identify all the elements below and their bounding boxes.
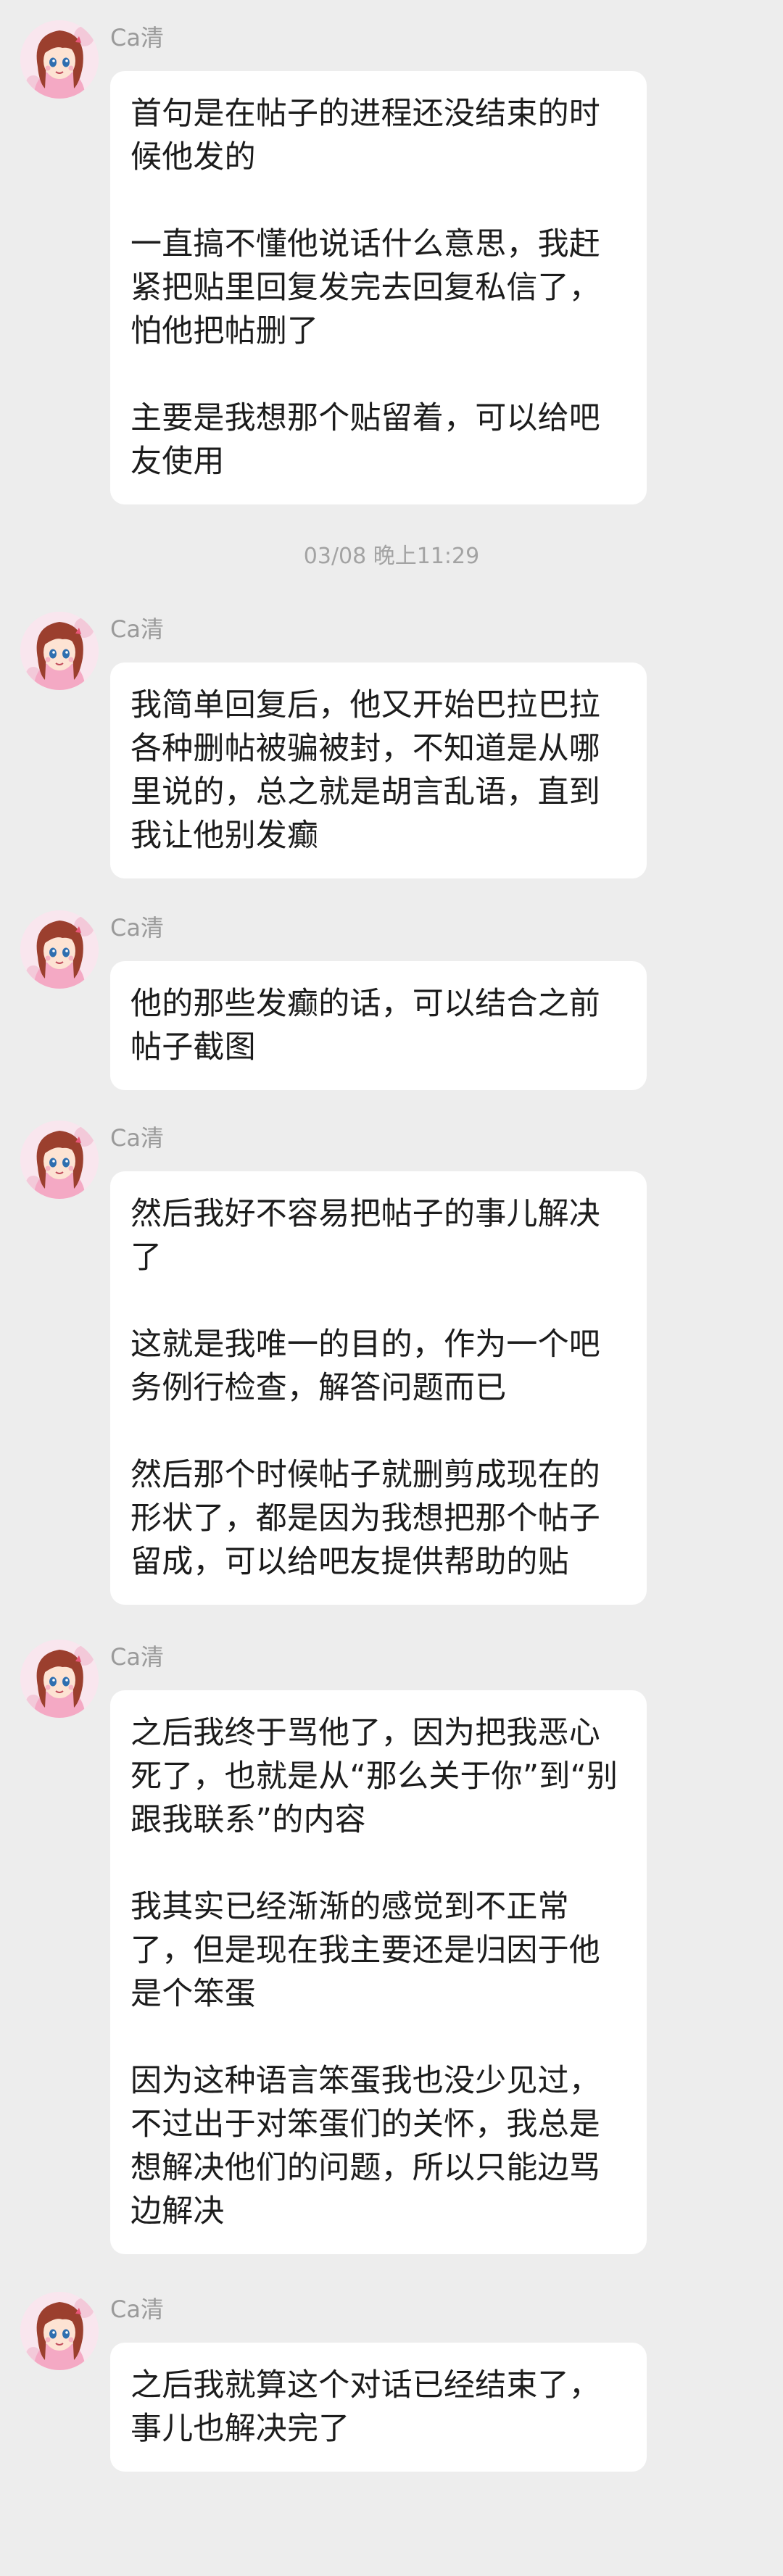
message-bubble[interactable]: 我简单回复后，他又开始巴拉巴拉各种删帖被骗被封，不知道是从哪里说的，总之就是胡言…: [110, 662, 647, 878]
avatar[interactable]: [20, 1121, 99, 1199]
message-text: 他的那些发癫的话，可以结合之前帖子截图: [130, 986, 600, 1065]
message-bubble[interactable]: 之后我终于骂他了，因为把我恶心死了，也就是从“那么关于你”到“别跟我联系”的内容…: [110, 1690, 647, 2254]
avatar-image: [20, 1121, 99, 1199]
sender-name: Ca清: [110, 24, 164, 51]
message-text: 因为这种语言笨蛋我也没少见过，不过出于对笨蛋们的关怀，我总是想解决他们的问题，所…: [130, 2063, 600, 2230]
message-text: 我简单回复后，他又开始巴拉巴拉各种删帖被骗被封，不知道是从哪里说的，总之就是胡言…: [130, 687, 600, 854]
message-bubble[interactable]: 他的那些发癫的话，可以结合之前帖子截图: [110, 961, 647, 1090]
avatar[interactable]: [20, 1640, 99, 1718]
message-text: 我其实已经渐渐的感觉到不正常了，但是现在我主要还是归因于他是个笨蛋: [130, 1889, 600, 2012]
message-text: 然后我好不容易把帖子的事儿解决了: [130, 1196, 600, 1276]
avatar-image: [20, 2292, 99, 2370]
message-text: 之后我终于骂他了，因为把我恶心死了，也就是从“那么关于你”到“别跟我联系”的内容: [130, 1715, 618, 1838]
sender-name: Ca清: [110, 914, 164, 942]
message-bubble[interactable]: 之后我就算这个对话已经结束了，事儿也解决完了: [110, 2343, 647, 2472]
sender-name: Ca清: [110, 1124, 164, 1152]
message-bubble[interactable]: 首句是在帖子的进程还没结束的时候他发的 一直搞不懂他说话什么意思，我赶紧把贴里回…: [110, 71, 647, 504]
avatar[interactable]: [20, 20, 99, 99]
message-text: 首句是在帖子的进程还没结束的时候他发的: [130, 96, 600, 175]
sender-name: Ca清: [110, 1643, 164, 1671]
sender-name: Ca清: [110, 615, 164, 643]
avatar-image: [20, 1640, 99, 1718]
avatar[interactable]: [20, 2292, 99, 2370]
avatar-image: [20, 20, 99, 99]
message-text: 一直搞不懂他说话什么意思，我赶紧把贴里回复发完去回复私信了，怕他把帖删了: [130, 226, 600, 349]
avatar-image: [20, 612, 99, 690]
avatar[interactable]: [20, 910, 99, 989]
avatar-image: [20, 910, 99, 989]
timestamp: 03/08 晚上11:29: [303, 544, 480, 569]
message-text: 这就是我唯一的目的，作为一个吧务例行检查，解答问题而已: [130, 1326, 600, 1406]
message-bubble[interactable]: 然后我好不容易把帖子的事儿解决了 这就是我唯一的目的，作为一个吧务例行检查，解答…: [110, 1171, 647, 1605]
sender-name: Ca清: [110, 2295, 164, 2323]
message-text: 然后那个时候帖子就删剪成现在的形状了，都是因为我想把那个帖子留成，可以给吧友提供…: [130, 1457, 600, 1580]
message-text: 主要是我想那个贴留着，可以给吧友使用: [130, 400, 600, 480]
message-text: 之后我就算这个对话已经结束了，事儿也解决完了: [130, 2367, 600, 2447]
avatar[interactable]: [20, 612, 99, 690]
